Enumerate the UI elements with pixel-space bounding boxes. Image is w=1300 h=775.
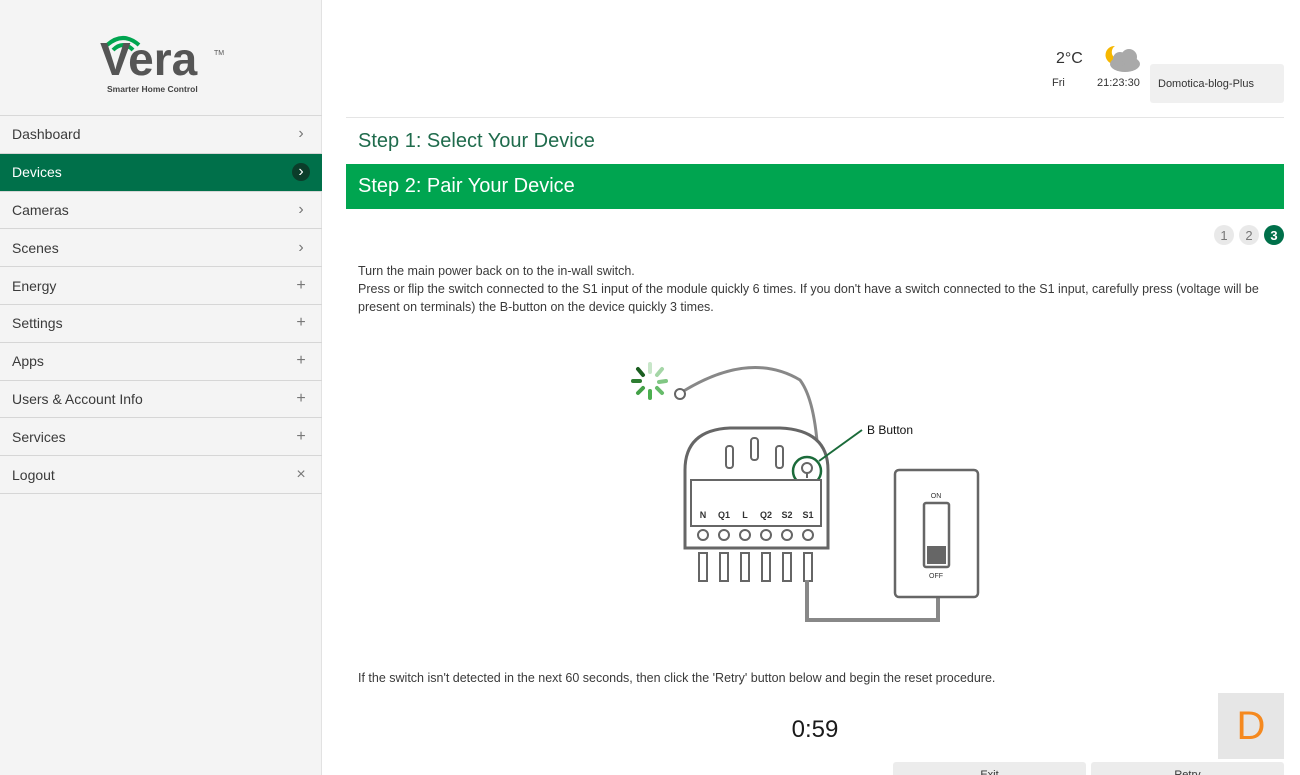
header-divider bbox=[346, 117, 1284, 118]
sidebar-nav: Dashboard › Devices › Cameras › Scenes › Energy +… bbox=[0, 115, 322, 494]
step-page-1[interactable]: 1 bbox=[1214, 225, 1234, 245]
step-page-2[interactable]: 2 bbox=[1239, 225, 1259, 245]
chevron-right-icon: › bbox=[298, 238, 304, 256]
chevron-right-icon: › bbox=[298, 125, 304, 143]
plus-icon: + bbox=[296, 352, 306, 370]
terminal-screw-icon bbox=[697, 529, 709, 541]
logo-tagline: Smarter Home Control bbox=[107, 84, 198, 94]
sidebar-item-services[interactable]: Services + bbox=[0, 418, 322, 457]
terminal-label: Q2 bbox=[760, 510, 772, 520]
sidebar-item-label: Scenes bbox=[12, 239, 59, 256]
sidebar-item-users-account-info[interactable]: Users & Account Info + bbox=[0, 381, 322, 419]
account-menu[interactable]: Domotica-blog-Plus bbox=[1150, 64, 1284, 103]
terminal-screw-icon bbox=[802, 529, 814, 541]
sidebar-item-logout[interactable]: Logout × bbox=[0, 456, 322, 494]
sidebar-item-scenes[interactable]: Scenes › bbox=[0, 229, 322, 268]
terminal-pin bbox=[761, 552, 771, 582]
chevron-right-icon: › bbox=[298, 200, 304, 218]
sidebar-item-label: Settings bbox=[12, 315, 63, 332]
exit-button[interactable]: Exit bbox=[893, 762, 1086, 775]
plus-icon: + bbox=[296, 389, 306, 407]
close-icon: × bbox=[296, 465, 306, 483]
chevron-right-icon: › bbox=[292, 163, 310, 182]
partly-cloudy-night-icon bbox=[1105, 45, 1140, 72]
sidebar-item-label: Cameras bbox=[12, 201, 69, 218]
step-1-header[interactable]: Step 1: Select Your Device bbox=[346, 120, 1284, 162]
sidebar-item-apps[interactable]: Apps + bbox=[0, 343, 322, 381]
sidebar-item-dashboard[interactable]: Dashboard › bbox=[0, 116, 322, 154]
terminal-screw-icon bbox=[781, 529, 793, 541]
day-label: Fri bbox=[1052, 77, 1065, 89]
terminal-pin bbox=[803, 552, 813, 582]
sidebar-item-devices[interactable]: Devices › bbox=[0, 153, 322, 192]
clock: 21:23:30 bbox=[1097, 77, 1140, 89]
sidebar-item-cameras[interactable]: Cameras › bbox=[0, 192, 322, 230]
terminal-pin bbox=[698, 552, 708, 582]
sidebar-item-energy[interactable]: Energy + bbox=[0, 267, 322, 305]
switch-on-label: ON bbox=[931, 493, 942, 500]
terminal-label: S1 bbox=[802, 510, 813, 520]
step-pager: 123 bbox=[1214, 225, 1284, 245]
instruction-line: Press or flip the switch connected to th… bbox=[358, 282, 1259, 314]
sidebar-item-label: Devices bbox=[12, 164, 62, 181]
switch-off-label: OFF bbox=[929, 573, 943, 580]
terminal-pin bbox=[782, 552, 792, 582]
plus-icon: + bbox=[296, 427, 306, 445]
b-button-label: B Button bbox=[867, 423, 913, 437]
terminal-pin bbox=[740, 552, 750, 582]
plus-icon: + bbox=[296, 276, 306, 294]
sidebar-item-label: Users & Account Info bbox=[12, 390, 143, 407]
retry-note: If the switch isn't detected in the next… bbox=[358, 671, 996, 685]
terminal-screw-icon bbox=[760, 529, 772, 541]
logo-wordmark: Vera bbox=[100, 33, 198, 85]
countdown-timer: 0:59 bbox=[791, 716, 839, 743]
step-page-3[interactable]: 3 bbox=[1264, 225, 1284, 245]
vera-logo[interactable]: Vera TM Smarter Home Control bbox=[0, 0, 322, 115]
sidebar-item-label: Services bbox=[12, 428, 66, 445]
plus-icon: + bbox=[296, 314, 306, 332]
logo-trademark: TM bbox=[214, 50, 225, 57]
terminal-label: Q1 bbox=[718, 510, 730, 520]
sidebar-item-label: Energy bbox=[12, 277, 57, 294]
terminal-label: S2 bbox=[781, 510, 792, 520]
wiring-illustration: B Button N Q1 L Q2 S2 S1 ON OFF bbox=[631, 362, 980, 622]
terminal-label: N bbox=[700, 510, 707, 520]
sidebar-item-label: Logout bbox=[12, 466, 55, 483]
terminal-screw-icon bbox=[718, 529, 730, 541]
temperature: 2°C bbox=[1056, 50, 1083, 67]
sidebar-item-label: Dashboard bbox=[12, 126, 81, 143]
retry-button[interactable]: Retry bbox=[1091, 762, 1284, 775]
terminal-label: L bbox=[742, 510, 748, 520]
step-2-header[interactable]: Step 2: Pair Your Device bbox=[346, 164, 1284, 209]
sidebar-item-label: Apps bbox=[12, 353, 44, 370]
terminal-screw-icon bbox=[739, 529, 751, 541]
terminal-pin bbox=[719, 552, 729, 582]
instruction-line: Turn the main power back on to the in-wa… bbox=[358, 264, 635, 278]
led-blink-icon bbox=[631, 362, 668, 400]
sidebar-item-settings[interactable]: Settings + bbox=[0, 305, 322, 343]
instructions: Turn the main power back on to the in-wa… bbox=[358, 262, 1278, 316]
sidebar: Vera TM Smarter Home Control Dashboard › D… bbox=[0, 0, 322, 775]
support-widget-button[interactable]: D bbox=[1218, 693, 1284, 759]
